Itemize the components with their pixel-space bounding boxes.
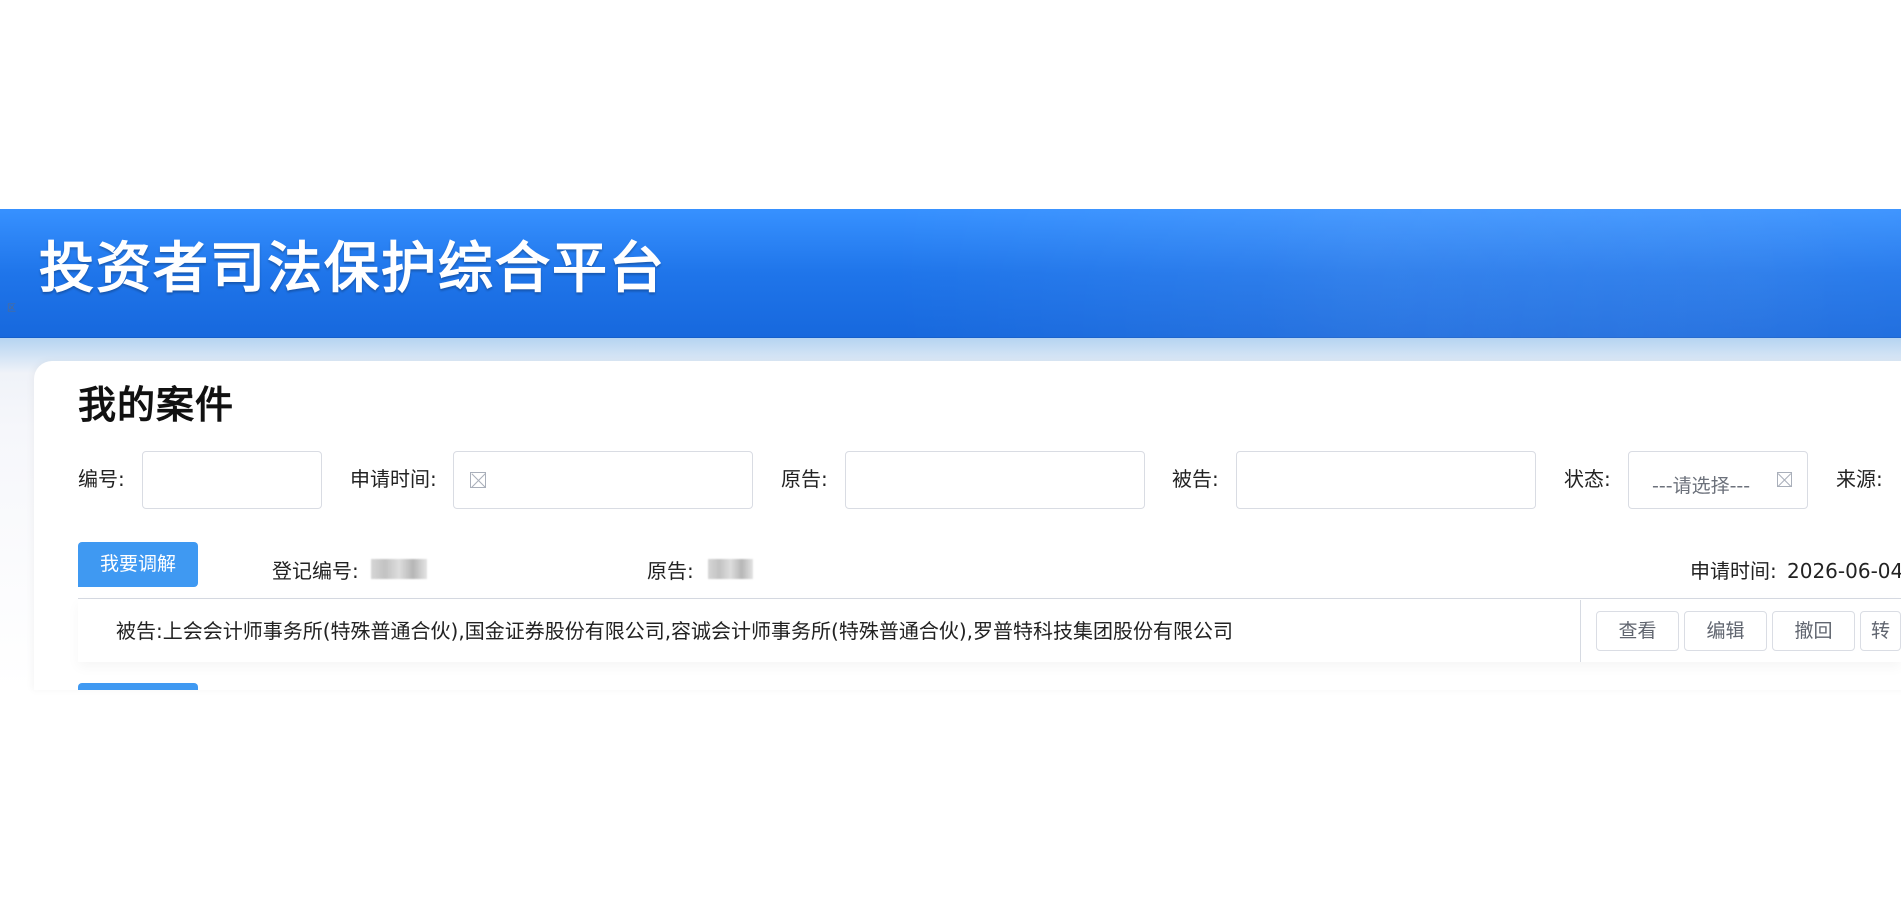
side-app-icon[interactable]: 区 bbox=[4, 304, 19, 328]
application-time-input[interactable] bbox=[453, 451, 753, 509]
transfer-button[interactable]: 转 bbox=[1860, 611, 1901, 651]
calendar-icon[interactable] bbox=[470, 472, 486, 488]
case-plaintiff-label: 原告: bbox=[647, 559, 694, 583]
defendant-filter-label: 被告: bbox=[1172, 467, 1219, 491]
actions-divider bbox=[1580, 600, 1581, 662]
next-case-tab-partial[interactable] bbox=[78, 683, 198, 690]
number-input[interactable] bbox=[142, 451, 322, 509]
redacted-plaintiff bbox=[708, 559, 753, 579]
plaintiff-filter-label: 原告: bbox=[781, 467, 828, 491]
defendant-input[interactable] bbox=[1236, 451, 1536, 509]
mediation-button[interactable]: 我要调解 bbox=[78, 542, 198, 587]
view-button[interactable]: 查看 bbox=[1596, 611, 1679, 651]
page-title: 我的案件 bbox=[78, 383, 235, 427]
registration-number-label: 登记编号: bbox=[272, 559, 359, 583]
withdraw-button[interactable]: 撤回 bbox=[1772, 611, 1855, 651]
status-select[interactable]: ---请选择--- bbox=[1628, 451, 1808, 509]
status-filter-label: 状态: bbox=[1564, 467, 1611, 491]
edit-button[interactable]: 编辑 bbox=[1684, 611, 1767, 651]
number-filter-label: 编号: bbox=[78, 467, 125, 491]
source-filter-label: 来源: bbox=[1836, 467, 1883, 491]
status-select-placeholder: ---请选择--- bbox=[1652, 475, 1751, 497]
application-time-filter-label: 申请时间: bbox=[350, 467, 437, 491]
application-time-value: 2026-06-04 1 bbox=[1787, 559, 1901, 583]
application-viewport: 投资者司法保护综合平台 区 我的案件 编号: 申请时间: 原告: 被告: 状态:… bbox=[0, 0, 1901, 915]
close-icon[interactable] bbox=[1777, 472, 1792, 487]
redacted-registration-number bbox=[371, 559, 427, 579]
platform-title: 投资者司法保护综合平台 bbox=[39, 236, 667, 300]
case-defendant-text: 被告:上会会计师事务所(特殊普通合伙),国金证券股份有限公司,容诚会计师事务所(… bbox=[116, 619, 1234, 643]
application-time-label: 申请时间: bbox=[1690, 559, 1777, 583]
plaintiff-input[interactable] bbox=[845, 451, 1145, 509]
